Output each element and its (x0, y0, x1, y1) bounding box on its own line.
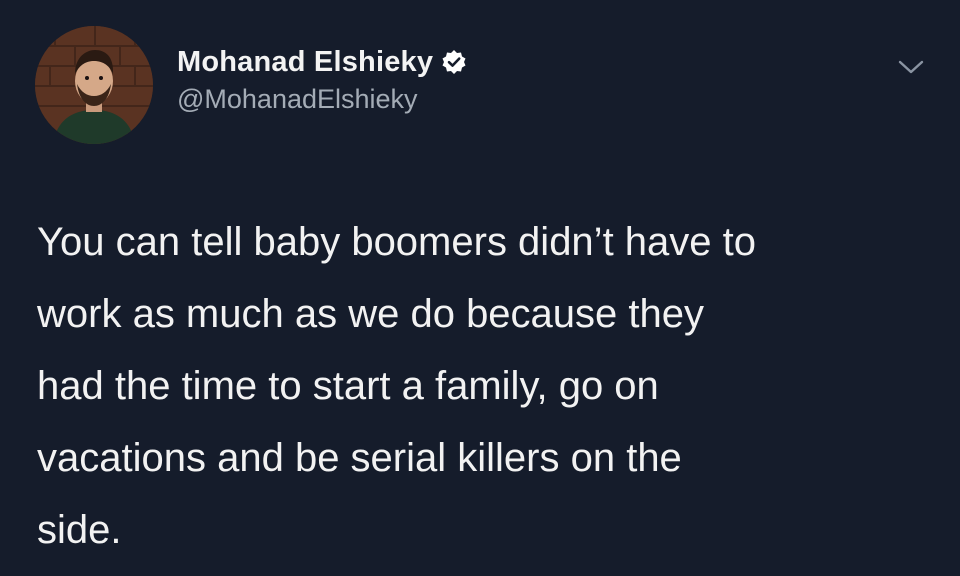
display-name[interactable]: Mohanad Elshieky (177, 46, 433, 79)
profile-photo-icon (35, 26, 153, 144)
tweet-card: Mohanad Elshieky @MohanadElshieky You ca… (0, 0, 960, 576)
avatar[interactable] (35, 26, 153, 144)
chevron-down-icon[interactable] (896, 56, 926, 78)
verified-badge-icon (442, 50, 466, 74)
tweet-header: Mohanad Elshieky @MohanadElshieky (177, 44, 467, 115)
name-row: Mohanad Elshieky (177, 44, 467, 80)
tweet-text: You can tell baby boomers didn’t have to… (37, 220, 757, 552)
user-handle[interactable]: @MohanadElshieky (177, 84, 467, 115)
